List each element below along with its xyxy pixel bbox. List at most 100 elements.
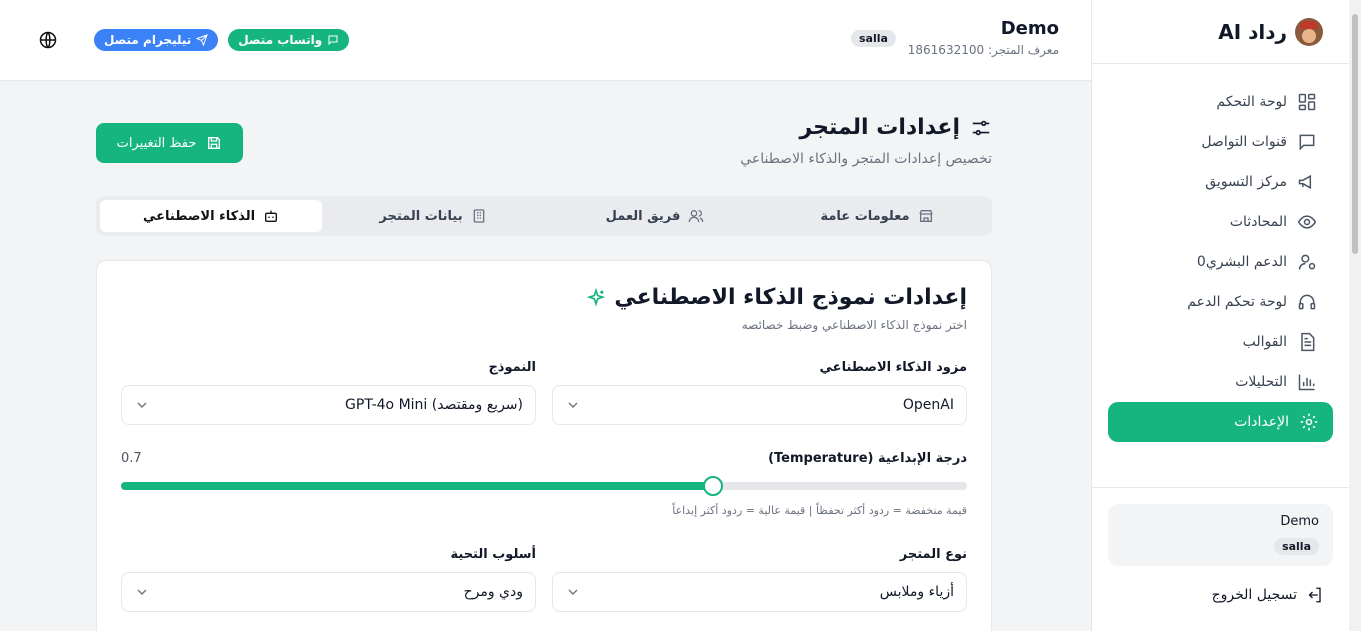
user-gear-icon	[1297, 252, 1317, 272]
store-type-field: نوع المتجر أزياء وملابس	[552, 547, 967, 612]
tab-team[interactable]: فريق العمل	[544, 200, 766, 232]
ai-card-title: إعدادات نموذج الذكاء الاصطناعي	[121, 285, 967, 310]
whatsapp-status-label: واتساب متصل	[238, 33, 323, 47]
sidebar-item-settings[interactable]: الإعدادات	[1108, 402, 1333, 442]
eye-icon	[1297, 212, 1317, 232]
chevron-down-icon	[134, 584, 150, 600]
store-card: Demo salla	[1108, 504, 1333, 566]
scrollbar[interactable]	[1349, 0, 1361, 631]
model-label: النموذج	[488, 360, 536, 375]
temperature-value: 0.7	[121, 451, 142, 466]
building-icon	[471, 208, 487, 224]
logout-icon	[1305, 586, 1323, 604]
sparkles-icon	[586, 287, 606, 308]
sidebar-item-label: لوحة تحكم الدعم	[1187, 294, 1287, 310]
temperature-header: درجة الإبداعية (Temperature) 0.7	[121, 451, 967, 466]
sidebar-item-label: قنوات التواصل	[1201, 134, 1287, 150]
store-type-select[interactable]: أزياء وملابس	[552, 572, 967, 612]
page-header: إعدادات المتجر تخصيص إعدادات المتجر والذ…	[96, 81, 992, 196]
sidebar-item-label: التحليلات	[1235, 374, 1287, 390]
sidebar-item-analytics[interactable]: التحليلات	[1092, 362, 1349, 402]
store-card-platform: salla	[1274, 538, 1319, 555]
send-icon	[196, 34, 209, 46]
chevron-down-icon	[565, 584, 581, 600]
sidebar-item-marketing[interactable]: مركز التسويق	[1092, 162, 1349, 202]
logout-label: تسجيل الخروج	[1211, 587, 1297, 603]
page-subtitle: تخصيص إعدادات المتجر والذكاء الاصطناعي	[740, 151, 992, 167]
store-type-value: أزياء وملابس	[879, 584, 954, 600]
bot-icon	[263, 208, 279, 224]
provider-select[interactable]: OpenAI	[552, 385, 967, 425]
sidebar-item-conversations[interactable]: المحادثات	[1092, 202, 1349, 242]
chart-icon	[1297, 372, 1317, 392]
store-type-label: نوع المتجر	[899, 547, 967, 562]
sidebar-item-support-dashboard[interactable]: لوحة تحكم الدعم	[1092, 282, 1349, 322]
sidebar-item-dashboard[interactable]: لوحة التحكم	[1092, 82, 1349, 122]
scrollbar-thumb[interactable]	[1352, 14, 1358, 254]
sidebar-footer: Demo salla تسجيل الخروج	[1092, 487, 1349, 620]
tab-store-data[interactable]: بيانات المتجر	[322, 200, 544, 232]
temperature-hint: قيمة منخفضة = ردود أكثر تحفظاً | قيمة عا…	[672, 504, 967, 517]
tab-general[interactable]: معلومات عامة	[766, 200, 988, 232]
greeting-select[interactable]: ودي ومرح	[121, 572, 536, 612]
greeting-value: ودي ومرح	[463, 584, 523, 600]
greeting-label: أسلوب التحية	[450, 547, 537, 562]
settings-tabs: معلومات عامة فريق العمل بيانات المتجر ال…	[96, 196, 992, 236]
slider-fill	[121, 482, 714, 490]
model-select[interactable]: GPT-4o Mini (سريع ومقتصد)	[121, 385, 536, 425]
users-icon	[688, 208, 704, 224]
telegram-status-label: تيليجرام متصل	[104, 33, 192, 47]
header-store-name: Demo	[1000, 18, 1059, 39]
tab-label: الذكاء الاصطناعي	[142, 208, 256, 224]
top-header: تيليجرام متصل واتساب متصل salla Demo معر…	[0, 0, 1091, 81]
page-title: إعدادات المتجر	[800, 115, 993, 140]
sidebar-item-label: لوحة التحكم	[1216, 94, 1287, 110]
sidebar: رداد AI لوحة التحكم قنوات التواصل مركز ا…	[1091, 0, 1349, 631]
brand-logo	[1295, 17, 1323, 46]
headphones-icon	[1297, 292, 1317, 312]
globe-icon[interactable]	[38, 30, 58, 50]
provider-field: مزود الذكاء الاصطناعي OpenAI	[552, 360, 967, 425]
megaphone-icon	[1297, 172, 1317, 192]
model-field: النموذج GPT-4o Mini (سريع ومقتصد)	[121, 360, 536, 425]
temperature-slider[interactable]	[121, 476, 967, 496]
header-actions: تيليجرام متصل واتساب متصل	[38, 29, 350, 51]
sidebar-item-label: مركز التسويق	[1205, 174, 1287, 190]
provider-label: مزود الذكاء الاصطناعي	[819, 360, 967, 375]
gear-icon	[1299, 412, 1319, 432]
telegram-status-badge: تيليجرام متصل	[94, 29, 219, 51]
header-store-info: Demo معرف المتجر: 1861632100	[908, 18, 1059, 57]
logout-button[interactable]: تسجيل الخروج	[1108, 586, 1333, 604]
chevron-down-icon	[134, 397, 150, 413]
save-icon	[206, 135, 222, 151]
header-store-id: معرف المتجر: 1861632100	[907, 43, 1059, 57]
ai-settings-card: إعدادات نموذج الذكاء الاصطناعي اختر نموذ…	[96, 260, 992, 631]
store-card-name: Demo	[1280, 514, 1319, 529]
chevron-down-icon	[565, 397, 581, 413]
tab-label: فريق العمل	[605, 208, 681, 224]
ai-row-2: نوع المتجر أزياء وملابس أسلوب التحية ودي…	[121, 547, 967, 612]
sidebar-item-templates[interactable]: القوالب	[1092, 322, 1349, 362]
slider-thumb[interactable]	[703, 476, 724, 496]
sidebar-item-channels[interactable]: قنوات التواصل	[1092, 122, 1349, 162]
tab-ai[interactable]: الذكاء الاصطناعي	[100, 200, 322, 232]
greeting-field: أسلوب التحية ودي ومرح	[121, 547, 536, 612]
sidebar-item-label: الدعم البشري0	[1196, 254, 1287, 270]
main-content: إعدادات المتجر تخصيص إعدادات المتجر والذ…	[96, 81, 992, 631]
save-button-label: حفظ التغييرات	[116, 135, 197, 151]
tab-label: معلومات عامة	[820, 208, 910, 224]
ai-card-title-text: إعدادات نموذج الذكاء الاصطناعي	[614, 285, 967, 310]
model-value: GPT-4o Mini (سريع ومقتصد)	[345, 397, 523, 413]
save-button[interactable]: حفظ التغييرات	[96, 123, 243, 163]
sidebar-item-label: الإعدادات	[1234, 414, 1289, 430]
sliders-icon	[970, 117, 992, 139]
store-icon	[918, 208, 934, 224]
sidebar-item-human-support[interactable]: الدعم البشري0	[1092, 242, 1349, 282]
platform-badge: salla	[851, 30, 896, 47]
document-icon	[1297, 332, 1317, 352]
ai-card-subtitle: اختر نموذج الذكاء الاصطناعي وضبط خصائصه	[741, 318, 967, 332]
whatsapp-status-badge: واتساب متصل	[228, 29, 350, 51]
sidebar-item-label: المحادثات	[1229, 214, 1287, 230]
sidebar-item-label: القوالب	[1242, 334, 1287, 350]
page-title-text: إعدادات المتجر	[799, 115, 961, 140]
